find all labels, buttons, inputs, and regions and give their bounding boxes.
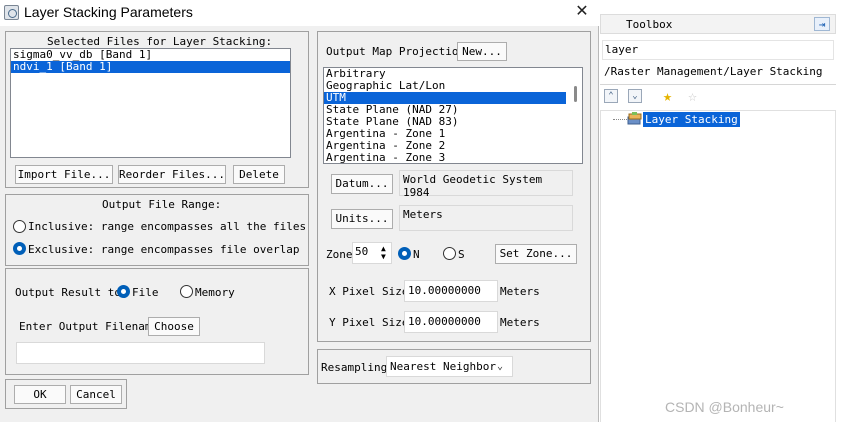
output-filename-input[interactable] bbox=[16, 342, 265, 364]
selected-files-list[interactable]: sigma0_vv_db [Band 1] ndvi_1 [Band 1] bbox=[10, 48, 291, 158]
toolbox-title: Toolbox bbox=[626, 18, 673, 31]
import-file-button[interactable]: Import File... bbox=[15, 165, 113, 184]
south-radio[interactable] bbox=[443, 247, 456, 260]
x-pixel-units: Meters bbox=[500, 285, 540, 298]
projection-list[interactable]: Arbitrary Geographic Lat/Lon UTM State P… bbox=[323, 67, 583, 164]
choose-button[interactable]: Choose bbox=[148, 317, 200, 336]
delete-button[interactable]: Delete bbox=[233, 165, 285, 184]
inclusive-label: Inclusive: range encompasses all the fil… bbox=[28, 220, 307, 233]
north-label: N bbox=[413, 248, 420, 261]
spin-down-icon[interactable]: ▼ bbox=[381, 253, 386, 261]
cancel-button[interactable]: Cancel bbox=[70, 385, 122, 404]
remove-favorite-icon[interactable]: ☆ bbox=[688, 88, 704, 104]
units-value: Meters bbox=[399, 205, 573, 231]
pin-icon[interactable]: ⇥ bbox=[814, 17, 830, 31]
new-projection-button[interactable]: New... bbox=[457, 42, 507, 61]
north-radio[interactable] bbox=[398, 247, 411, 260]
watermark: CSDN @Bonheur~ bbox=[665, 399, 784, 415]
tool-icon bbox=[627, 112, 642, 126]
zone-label: Zone bbox=[326, 248, 353, 261]
memory-radio-label: Memory bbox=[195, 286, 235, 299]
file-radio-label: File bbox=[132, 286, 159, 299]
exclusive-radio[interactable] bbox=[13, 242, 26, 255]
app-icon bbox=[4, 5, 19, 20]
y-pixel-size-input[interactable]: 10.00000000 bbox=[404, 311, 498, 333]
projection-item[interactable]: Geographic Lat/Lon bbox=[324, 80, 566, 92]
exclusive-label: Exclusive: range encompasses file overla… bbox=[28, 243, 300, 256]
units-button[interactable]: Units... bbox=[331, 209, 393, 229]
collapse-icon[interactable]: ⌃ bbox=[604, 89, 618, 103]
selected-files-heading: Selected Files for Layer Stacking: bbox=[47, 35, 273, 48]
toolbox-search-input[interactable]: layer bbox=[602, 40, 834, 60]
y-pixel-size-label: Y Pixel Size bbox=[329, 316, 409, 329]
memory-radio[interactable] bbox=[180, 285, 193, 298]
close-icon[interactable]: ✕ bbox=[570, 2, 594, 22]
projection-item[interactable]: Argentina - Zone 3 bbox=[324, 152, 566, 164]
resampling-label: Resampling bbox=[321, 361, 388, 374]
output-filename-label: Enter Output Filename bbox=[19, 320, 159, 333]
zone-value: 50 bbox=[355, 245, 369, 258]
file-list-item-selected[interactable]: ndvi_1 [Band 1] bbox=[11, 61, 290, 73]
datum-value: World Geodetic System 1984 bbox=[399, 170, 573, 199]
resampling-dropdown[interactable]: Nearest Neighbor ⌄ bbox=[386, 356, 513, 377]
output-result-label: Output Result to bbox=[15, 286, 121, 299]
set-zone-button[interactable]: Set Zone... bbox=[495, 244, 577, 264]
datum-button[interactable]: Datum... bbox=[331, 174, 393, 194]
output-range-heading: Output File Range: bbox=[102, 198, 222, 211]
toolbox-divider bbox=[600, 84, 836, 85]
south-label: S bbox=[458, 248, 465, 261]
x-pixel-size-label: X Pixel Size bbox=[329, 285, 409, 298]
resampling-value: Nearest Neighbor bbox=[390, 360, 496, 373]
zone-spinner[interactable]: 50 ▲ ▼ bbox=[352, 242, 392, 264]
projection-heading: Output Map Projection bbox=[326, 45, 466, 58]
tree-connector bbox=[613, 119, 627, 120]
ok-button[interactable]: OK bbox=[14, 385, 66, 404]
dialog-title: Layer Stacking Parameters bbox=[24, 4, 193, 20]
chevron-down-icon[interactable]: ⌄ bbox=[497, 357, 503, 376]
toolbox-path: /Raster Management/Layer Stacking bbox=[604, 65, 823, 78]
toolbox-tree bbox=[600, 110, 836, 422]
y-pixel-units: Meters bbox=[500, 316, 540, 329]
file-radio[interactable] bbox=[117, 285, 130, 298]
inclusive-radio[interactable] bbox=[13, 220, 26, 233]
add-favorite-icon[interactable]: ★ bbox=[663, 88, 679, 104]
x-pixel-size-input[interactable]: 10.00000000 bbox=[404, 280, 498, 302]
expand-icon[interactable]: ⌄ bbox=[628, 89, 642, 103]
tree-item-layer-stacking[interactable]: Layer Stacking bbox=[643, 112, 740, 127]
projection-list-scrollbar[interactable] bbox=[574, 86, 577, 102]
reorder-files-button[interactable]: Reorder Files... bbox=[118, 165, 226, 184]
